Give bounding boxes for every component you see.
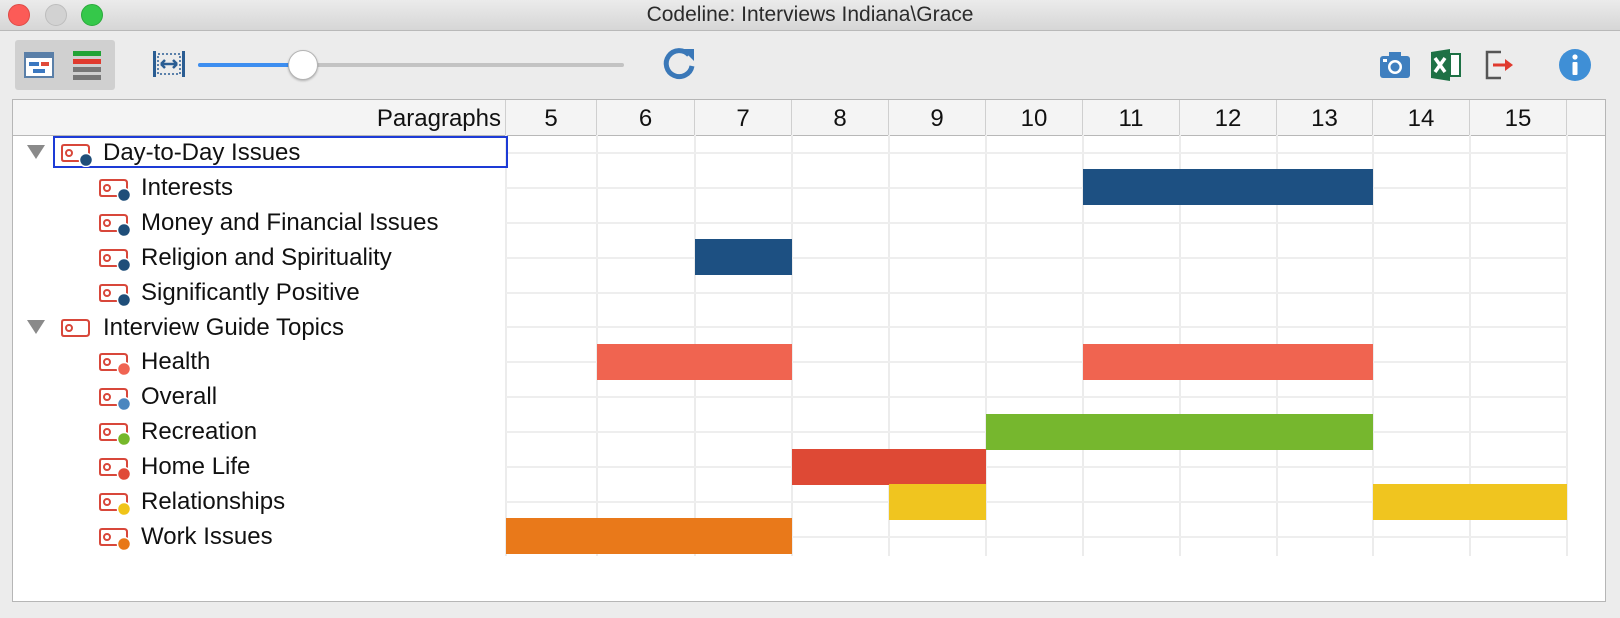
code-tag-icon (99, 209, 133, 238)
code-row[interactable]: Overall (13, 378, 506, 414)
code-row[interactable]: Home Life (13, 448, 506, 484)
code-label: Health (141, 348, 211, 376)
coded-segment-bar[interactable] (695, 239, 792, 276)
codeline-view-icon (24, 52, 54, 78)
grid-row-line (506, 256, 1567, 259)
coded-segment-bar[interactable] (597, 343, 792, 380)
grid-row-line (506, 326, 1567, 329)
camera-icon[interactable] (1378, 48, 1412, 82)
code-tag-icon (99, 279, 133, 307)
coded-segment-bar[interactable] (1083, 343, 1373, 380)
code-label: Relationships (141, 488, 286, 515)
column-header-10[interactable]: 10 (986, 100, 1083, 135)
coded-segment-bar[interactable] (792, 448, 986, 485)
grid-row-line (506, 291, 1567, 294)
coded-segment-bar[interactable] (1083, 169, 1373, 206)
code-label: Interview Guide Topics (103, 313, 345, 341)
codeline-grid: Day-to-Day Issues Interests Money and Fina… (13, 135, 1605, 601)
column-header-6[interactable]: 6 (597, 100, 695, 135)
title-bar: Codeline: Interviews Indiana\Grace (0, 0, 1620, 31)
code-tag-icon (99, 418, 133, 447)
disclosure-triangle-icon[interactable] (27, 145, 45, 159)
column-header-15[interactable]: 15 (1470, 100, 1567, 135)
code-row[interactable]: Significantly Positive (13, 274, 506, 310)
code-row[interactable]: Work Issues (13, 518, 506, 554)
fit-width-icon[interactable] (152, 50, 186, 78)
grid-row-line (506, 186, 1567, 189)
disclosure-triangle-icon[interactable] (27, 319, 45, 334)
codeline-view-button[interactable] (23, 49, 55, 81)
slider-thumb[interactable] (288, 50, 319, 80)
column-header-8[interactable]: 8 (792, 100, 889, 135)
code-row[interactable]: Religion and Spirituality (13, 239, 506, 275)
column-header-12[interactable]: 12 (1180, 100, 1277, 135)
code-row[interactable]: Relationships (13, 483, 506, 519)
code-group-row[interactable]: Interview Guide Topics (13, 309, 506, 345)
grid-row-line (506, 466, 1567, 468)
coded-segment-bar[interactable] (986, 413, 1373, 450)
code-tag-icon (99, 174, 133, 203)
grid-row-line (506, 396, 1567, 399)
code-label: Work Issues (141, 522, 273, 550)
code-tag-icon (61, 314, 95, 342)
excel-icon[interactable] (1428, 48, 1462, 82)
code-label: Money and Financial Issues (141, 208, 439, 236)
code-group-row[interactable]: Day-to-Day Issues (13, 134, 508, 170)
column-header-13[interactable]: 13 (1277, 100, 1373, 135)
coded-segment-bar[interactable] (1373, 483, 1567, 520)
code-tag-icon (99, 488, 133, 517)
code-tag-icon (99, 383, 133, 412)
paragraphs-header: Paragraphs (13, 100, 506, 135)
code-label: Interests (141, 173, 234, 201)
segment-bars-view-button[interactable] (71, 49, 103, 81)
code-label: Significantly Positive (141, 278, 360, 306)
view-mode-group (15, 40, 115, 90)
code-row[interactable]: Health (13, 343, 506, 379)
code-tag-icon (99, 348, 133, 377)
column-header-7[interactable]: 7 (695, 100, 792, 135)
column-header-11[interactable]: 11 (1083, 100, 1180, 135)
grid-row-line (506, 151, 1567, 154)
code-label: Home Life (141, 453, 251, 481)
refresh-icon[interactable] (660, 45, 698, 83)
toolbar (0, 31, 1620, 97)
coded-segment-bar[interactable] (889, 483, 986, 520)
info-icon[interactable] (1558, 48, 1592, 82)
code-label: Religion and Spirituality (141, 243, 392, 271)
column-header-9[interactable]: 9 (889, 100, 986, 135)
code-tag-icon (99, 453, 133, 482)
column-header-14[interactable]: 14 (1373, 100, 1470, 135)
export-icon[interactable] (1481, 48, 1515, 82)
codeline-panel: Paragraphs 5 6 7 8 9 10 11 12 13 14 15 Day-to-Day … (12, 99, 1606, 602)
code-label: Recreation (141, 418, 258, 446)
code-tag-icon (99, 523, 133, 552)
coded-segment-bar[interactable] (506, 518, 792, 555)
colored-bars-icon (73, 51, 101, 80)
code-tag-icon (99, 244, 133, 272)
code-label: Overall (141, 383, 218, 411)
window-title: Codeline: Interviews Indiana\Grace (646, 3, 974, 26)
column-header-5[interactable]: 5 (506, 100, 597, 135)
code-tag-icon (61, 139, 95, 168)
code-row[interactable]: Recreation (13, 413, 506, 449)
code-row[interactable]: Money and Financial Issues (13, 204, 506, 240)
column-header-row: Paragraphs 5 6 7 8 9 10 11 12 13 14 15 (13, 100, 1605, 136)
grid-row-line (506, 221, 1567, 224)
code-label: Day-to-Day Issues (103, 139, 301, 166)
zoom-slider[interactable] (198, 48, 624, 82)
code-row[interactable]: Interests (13, 169, 506, 205)
